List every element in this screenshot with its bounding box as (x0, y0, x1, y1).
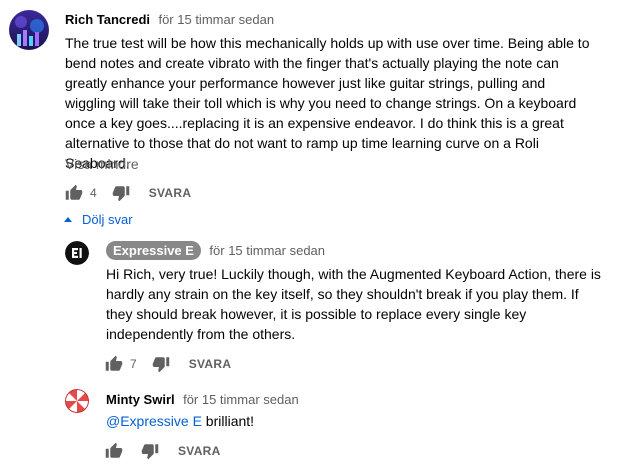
timestamp[interactable]: för 15 timmar sedan (209, 243, 325, 258)
comment-toolbar: 4 SVARA (62, 181, 191, 205)
reply-button[interactable]: SVARA (178, 444, 221, 458)
channel-owner-badge[interactable]: Expressive E (106, 241, 201, 260)
timestamp[interactable]: för 15 timmar sedan (158, 12, 274, 27)
thumbs-down-icon[interactable] (138, 439, 162, 463)
reply-toolbar: 7 SVARA (102, 352, 231, 376)
reply-text: Hi Rich, very true! Luckily though, with… (106, 266, 601, 342)
avatar[interactable] (65, 241, 89, 265)
reply-header: Minty Swirl för 15 timmar sedan (106, 391, 299, 409)
avatar[interactable] (65, 389, 89, 413)
reply-button[interactable]: SVARA (189, 357, 232, 371)
thumbs-up-icon[interactable] (62, 181, 86, 205)
timestamp[interactable]: för 15 timmar sedan (183, 392, 299, 407)
hide-replies-button[interactable]: Dölj svar (64, 212, 133, 227)
mention-link[interactable]: @Expressive E (106, 413, 202, 429)
thumbs-up-icon[interactable] (102, 439, 126, 463)
comment-header: Rich Tancredi för 15 timmar sedan (65, 11, 274, 29)
comment-text: The true test will be how this mechanica… (65, 35, 590, 171)
reply-header: Expressive E för 15 timmar sedan (106, 241, 325, 260)
author-name[interactable]: Minty Swirl (106, 392, 175, 407)
thumbs-down-icon[interactable] (149, 352, 173, 376)
caret-up-icon (64, 216, 72, 222)
avatar[interactable] (9, 10, 49, 50)
reply-text-content: brilliant! (201, 413, 255, 429)
reply-toolbar: SVARA (102, 439, 221, 463)
author-name[interactable]: Rich Tancredi (65, 12, 150, 27)
show-less-link[interactable]: Visa mindre (65, 156, 139, 172)
like-count: 7 (130, 357, 137, 371)
thumbs-up-icon[interactable] (102, 352, 126, 376)
reply-button[interactable]: SVARA (149, 186, 192, 200)
thumbs-down-icon[interactable] (109, 181, 133, 205)
hide-replies-label: Dölj svar (82, 212, 133, 227)
like-count: 4 (90, 186, 97, 200)
reply-text: @Expressive E brilliant! (106, 411, 254, 431)
